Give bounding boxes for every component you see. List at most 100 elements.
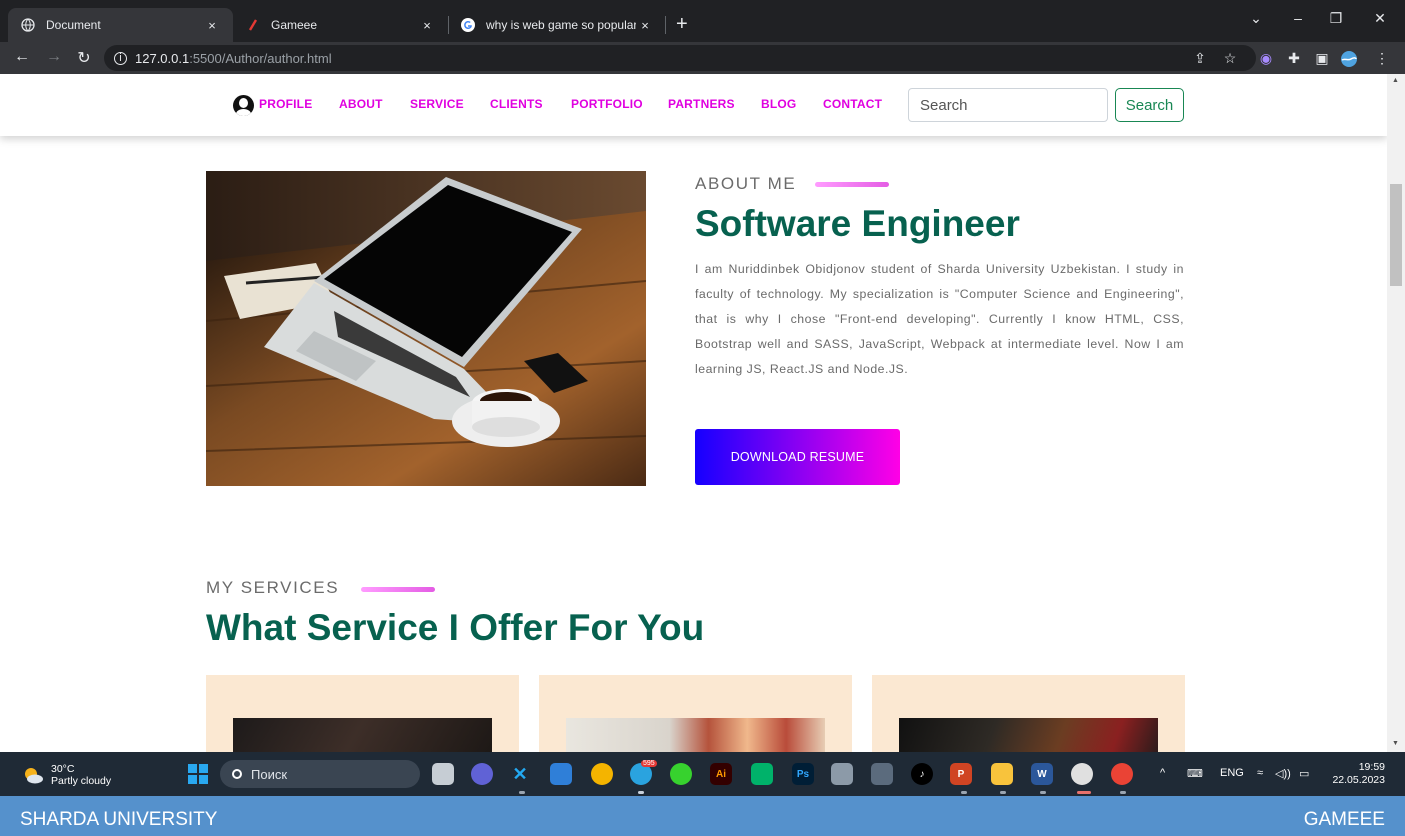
site-info-icon[interactable]: i (114, 51, 127, 65)
chrome-notified-icon[interactable] (1111, 763, 1133, 785)
tiktok-icon[interactable]: ♪ (911, 763, 933, 785)
strip-right-label: GAMEEE (1303, 809, 1385, 830)
search-button[interactable]: Search (1115, 88, 1184, 122)
close-tab-icon[interactable]: × (636, 18, 654, 33)
services-eyebrow: MY SERVICES (206, 578, 340, 597)
taskbar-search-label: Поиск (251, 766, 288, 782)
close-tab-icon[interactable]: × (418, 18, 436, 33)
scroll-down-arrow-icon[interactable]: ▼ (1392, 740, 1399, 747)
page-scrollbar[interactable]: ▲ ▼ (1387, 74, 1405, 752)
tab-search-icon[interactable]: ⌄ (1246, 10, 1266, 27)
nav-link-blog[interactable]: BLOG (761, 97, 796, 111)
tab-separator (665, 16, 666, 34)
app-running-indicator (961, 791, 967, 794)
google-icon (460, 17, 476, 33)
share-icon[interactable]: ⇪ (1191, 50, 1209, 67)
strip-left-label: SHARDA UNIVERSITY (20, 809, 218, 830)
clock-time: 19:59 (1358, 761, 1385, 773)
photoshop-icon[interactable]: Ps (792, 763, 814, 785)
download-resume-button[interactable]: DOWNLOAD RESUME (695, 429, 900, 485)
chrome-icon[interactable] (591, 763, 613, 785)
scroll-up-arrow-icon[interactable]: ▲ (1392, 77, 1399, 84)
input-language[interactable]: ENG (1220, 767, 1244, 779)
app-running-indicator (519, 791, 525, 794)
eyebrow-accent-bar (361, 587, 435, 592)
taskbar-search[interactable]: Поиск (220, 760, 420, 788)
service-card[interactable] (206, 675, 519, 752)
nav-link-about[interactable]: ABOUT (339, 97, 383, 111)
word-icon[interactable]: W (1031, 763, 1053, 785)
wifi-icon[interactable]: ≈ (1257, 767, 1263, 779)
tab-gameee[interactable]: Gameee × (233, 8, 448, 42)
remote-desktop-icon[interactable] (550, 763, 572, 785)
scrollbar-thumb[interactable] (1390, 184, 1402, 286)
nav-link-contact[interactable]: CONTACT (823, 97, 882, 111)
task-view-icon[interactable] (432, 763, 454, 785)
vscode-icon[interactable]: ✕ (509, 763, 531, 785)
new-tab-button[interactable]: + (676, 14, 688, 34)
back-icon[interactable]: ← (12, 48, 32, 66)
restore-icon[interactable]: ❐ (1326, 10, 1346, 27)
service-card-image (899, 718, 1158, 752)
address-bar: ← → ↻ i 127.0.0.1:5500/Author/author.htm… (0, 42, 1405, 74)
browser-menu-icon[interactable]: ⋮ (1373, 50, 1391, 67)
partly-cloudy-icon (22, 766, 44, 784)
globe-icon (20, 17, 36, 33)
service-card-image (566, 718, 825, 752)
page-viewport: PROFILE ABOUT SERVICE CLIENTS PORTFOLIO … (0, 74, 1405, 752)
teams-chat-icon[interactable] (471, 763, 493, 785)
installer-icon[interactable] (871, 763, 893, 785)
media-app-icon[interactable] (831, 763, 853, 785)
show-hidden-icons-icon[interactable]: ^ (1160, 767, 1165, 779)
tab-document[interactable]: Document × (8, 8, 233, 42)
extensions-puzzle-icon[interactable]: ✚ (1285, 50, 1303, 67)
minimize-icon[interactable]: – (1288, 10, 1308, 26)
green-app-icon[interactable] (670, 763, 692, 785)
illustrator-icon[interactable]: Ai (710, 763, 732, 785)
forward-icon[interactable]: → (44, 48, 64, 66)
nav-link-service[interactable]: SERVICE (410, 97, 464, 111)
profile-avatar-icon[interactable] (233, 95, 254, 116)
powerpoint-icon[interactable]: P (950, 763, 972, 785)
tab-title: Document (46, 18, 101, 32)
laptop-photo (206, 171, 646, 486)
weather-temperature: 30°C (51, 763, 75, 775)
about-paragraph: I am Nuriddinbek Obidjonov student of Sh… (695, 262, 1184, 376)
site-navbar: PROFILE ABOUT SERVICE CLIENTS PORTFOLIO … (0, 74, 1387, 136)
weather-description: Partly cloudy (51, 775, 112, 787)
nav-link-profile[interactable]: PROFILE (259, 97, 312, 111)
url-field[interactable]: i 127.0.0.1:5500/Author/author.html (104, 45, 1256, 71)
tab-google-search[interactable]: why is web game so popular now × (448, 8, 666, 42)
weather-widget[interactable]: 30°C Partly cloudy (22, 763, 111, 787)
app-running-indicator (1040, 791, 1046, 794)
about-eyebrow: ABOUT ME (695, 174, 797, 193)
windows-start-icon[interactable] (188, 764, 208, 784)
close-window-icon[interactable]: ✕ (1370, 10, 1390, 27)
service-card[interactable] (539, 675, 852, 752)
nav-link-portfolio[interactable]: PORTFOLIO (571, 97, 643, 111)
search-input[interactable]: Search (908, 88, 1108, 122)
side-panel-icon[interactable]: ▣ (1313, 50, 1331, 67)
bookmark-star-icon[interactable]: ☆ (1221, 50, 1239, 67)
chrome-profile-icon[interactable] (1071, 763, 1093, 785)
battery-icon[interactable]: ▭ (1299, 767, 1309, 780)
services-title: What Service I Offer For You (206, 607, 705, 648)
taskbar-clock[interactable]: 19:59 22.05.2023 (1328, 761, 1385, 787)
reload-icon[interactable]: ↻ (74, 48, 94, 68)
volume-icon[interactable]: ◁)) (1275, 767, 1291, 780)
telegram-unread-badge: 595 (641, 760, 657, 767)
file-explorer-icon[interactable] (991, 763, 1013, 785)
service-card[interactable] (872, 675, 1185, 752)
keyboard-icon[interactable]: ⌨ (1187, 767, 1203, 780)
app-active-indicator (1077, 791, 1091, 794)
audio-extension-icon[interactable]: ◉ (1257, 50, 1275, 67)
notepad-plus-icon[interactable] (751, 763, 773, 785)
gameee-favicon-icon (245, 17, 261, 33)
eyebrow-accent-bar (815, 182, 889, 187)
nav-link-clients[interactable]: CLIENTS (490, 97, 543, 111)
tab-title: Gameee (271, 18, 318, 32)
nav-link-partners[interactable]: PARTNERS (668, 97, 735, 111)
profile-avatar-icon[interactable] (1340, 50, 1358, 71)
close-tab-icon[interactable]: × (203, 18, 221, 33)
bottom-caption-strip: SHARDA UNIVERSITY GAMEEE (0, 796, 1405, 836)
